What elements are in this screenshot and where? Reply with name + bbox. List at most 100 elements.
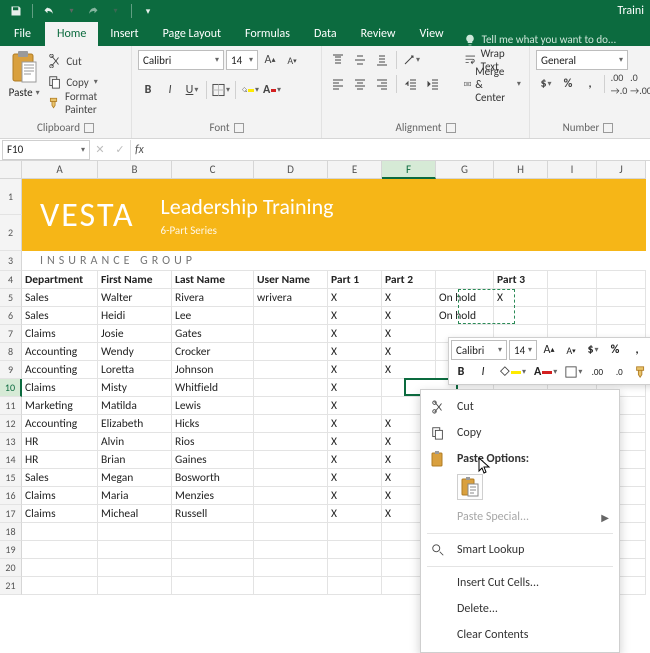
cell[interactable] (254, 523, 328, 541)
cell[interactable] (328, 559, 382, 577)
fill-color-button[interactable]: ▾ (240, 80, 260, 100)
font-color-button[interactable]: A▾ (262, 80, 282, 100)
cell[interactable]: wrivera (254, 289, 328, 307)
mini-font-name[interactable]: Calibri▾ (451, 340, 507, 360)
cell[interactable]: Crocker (172, 343, 254, 361)
cell[interactable]: Josie (98, 325, 172, 343)
font-name-combo[interactable]: Calibri▾ (138, 50, 224, 70)
cell[interactable]: X (382, 307, 436, 325)
row-header[interactable]: 18 (0, 523, 22, 541)
decrease-decimal-button[interactable]: .0→.00 (631, 74, 650, 94)
merge-center-button[interactable]: Merge & Center▾ (459, 74, 526, 94)
cell[interactable] (254, 505, 328, 523)
col-header[interactable]: I (548, 161, 597, 179)
cell[interactable] (254, 397, 328, 415)
tab-formulas[interactable]: Formulas (233, 22, 302, 46)
mini-font-size[interactable]: 14▾ (509, 340, 537, 360)
cell[interactable]: X (382, 361, 436, 379)
col-header[interactable]: F (382, 161, 436, 179)
percent-format-button[interactable]: % (558, 74, 578, 94)
cell[interactable] (22, 577, 98, 595)
cell[interactable] (172, 523, 254, 541)
cell[interactable]: Matilda (98, 397, 172, 415)
cell[interactable] (254, 577, 328, 595)
cell[interactable] (548, 307, 597, 325)
col-header[interactable]: B (98, 161, 172, 179)
header-cell[interactable] (548, 271, 597, 289)
row-header[interactable]: 7 (0, 325, 22, 343)
cell[interactable] (494, 307, 548, 325)
col-header[interactable]: H (494, 161, 548, 179)
cell[interactable] (597, 289, 646, 307)
cell[interactable]: X (328, 487, 382, 505)
cell[interactable]: Gates (172, 325, 254, 343)
cell[interactable] (254, 343, 328, 361)
row-header[interactable]: 5 (0, 289, 22, 307)
cell[interactable]: Accounting (22, 415, 98, 433)
formula-bar[interactable]: fx (130, 140, 650, 160)
cell[interactable] (254, 559, 328, 577)
paste-option-default[interactable] (457, 474, 483, 500)
ctx-copy[interactable]: Copy (421, 420, 619, 446)
cell[interactable]: Elizabeth (98, 415, 172, 433)
cell[interactable]: X (494, 289, 548, 307)
tab-view[interactable]: View (408, 22, 456, 46)
cell[interactable] (328, 541, 382, 559)
fx-icon[interactable]: fx (135, 143, 144, 157)
ctx-smart-lookup[interactable]: Smart Lookup (421, 537, 619, 563)
accounting-format-button[interactable]: $▾ (536, 74, 556, 94)
cell[interactable] (328, 577, 382, 595)
cell[interactable] (254, 541, 328, 559)
row-header[interactable]: 11 (0, 397, 22, 415)
tab-data[interactable]: Data (302, 22, 349, 46)
cell[interactable]: On hold (436, 289, 494, 307)
header-cell[interactable]: Department (22, 271, 98, 289)
col-header[interactable]: G (436, 161, 494, 179)
cell[interactable]: Johnson (172, 361, 254, 379)
cell[interactable] (254, 325, 328, 343)
cell[interactable]: Accounting (22, 361, 98, 379)
cell[interactable]: Megan (98, 469, 172, 487)
cell[interactable]: Heidi (98, 307, 172, 325)
orientation-button[interactable]: ▾ (401, 50, 421, 70)
mini-increase-font[interactable]: A▴ (539, 340, 559, 360)
row-header[interactable]: 8 (0, 343, 22, 361)
cell[interactable]: Rios (172, 433, 254, 451)
decrease-font-button[interactable]: A▾ (282, 50, 302, 70)
row-header[interactable]: 10 (0, 379, 22, 397)
cell[interactable]: On hold (436, 307, 494, 325)
cell[interactable] (172, 559, 254, 577)
mini-font-color[interactable]: A▾ (531, 362, 560, 382)
ctx-insert-cut-cells[interactable]: Insert Cut Cells... (421, 570, 619, 596)
cell[interactable]: X (328, 415, 382, 433)
cell[interactable]: Micheal (98, 505, 172, 523)
row-header[interactable]: 20 (0, 559, 22, 577)
comma-format-button[interactable]: , (580, 74, 600, 94)
header-cell[interactable] (436, 271, 494, 289)
cell[interactable]: Lewis (172, 397, 254, 415)
mini-percent[interactable]: % (605, 340, 625, 360)
cell[interactable]: X (382, 289, 436, 307)
increase-indent-button[interactable] (423, 74, 443, 94)
cell[interactable]: Claims (22, 487, 98, 505)
row-header[interactable]: 3 (0, 251, 22, 271)
cell[interactable]: Brian (98, 451, 172, 469)
row-header[interactable]: 4 (0, 271, 22, 289)
mini-comma[interactable]: , (627, 340, 647, 360)
cell[interactable] (254, 433, 328, 451)
undo-dropdown[interactable]: ▾ (61, 2, 81, 20)
cell[interactable]: X (328, 289, 382, 307)
dialog-launcher-icon[interactable] (446, 123, 456, 133)
cell[interactable]: Claims (22, 325, 98, 343)
cell[interactable]: Marketing (22, 397, 98, 415)
mini-fill-color[interactable]: ▾ (495, 362, 529, 382)
cell[interactable]: X (328, 505, 382, 523)
mini-decrease-font[interactable]: A▾ (561, 340, 581, 360)
mini-bold[interactable]: B (451, 362, 471, 382)
header-cell[interactable]: First Name (98, 271, 172, 289)
cell[interactable]: X (328, 361, 382, 379)
cell[interactable]: X (328, 325, 382, 343)
tab-file[interactable]: File (0, 22, 45, 46)
align-right-button[interactable] (372, 74, 392, 94)
underline-button[interactable]: U▾ (182, 80, 202, 100)
